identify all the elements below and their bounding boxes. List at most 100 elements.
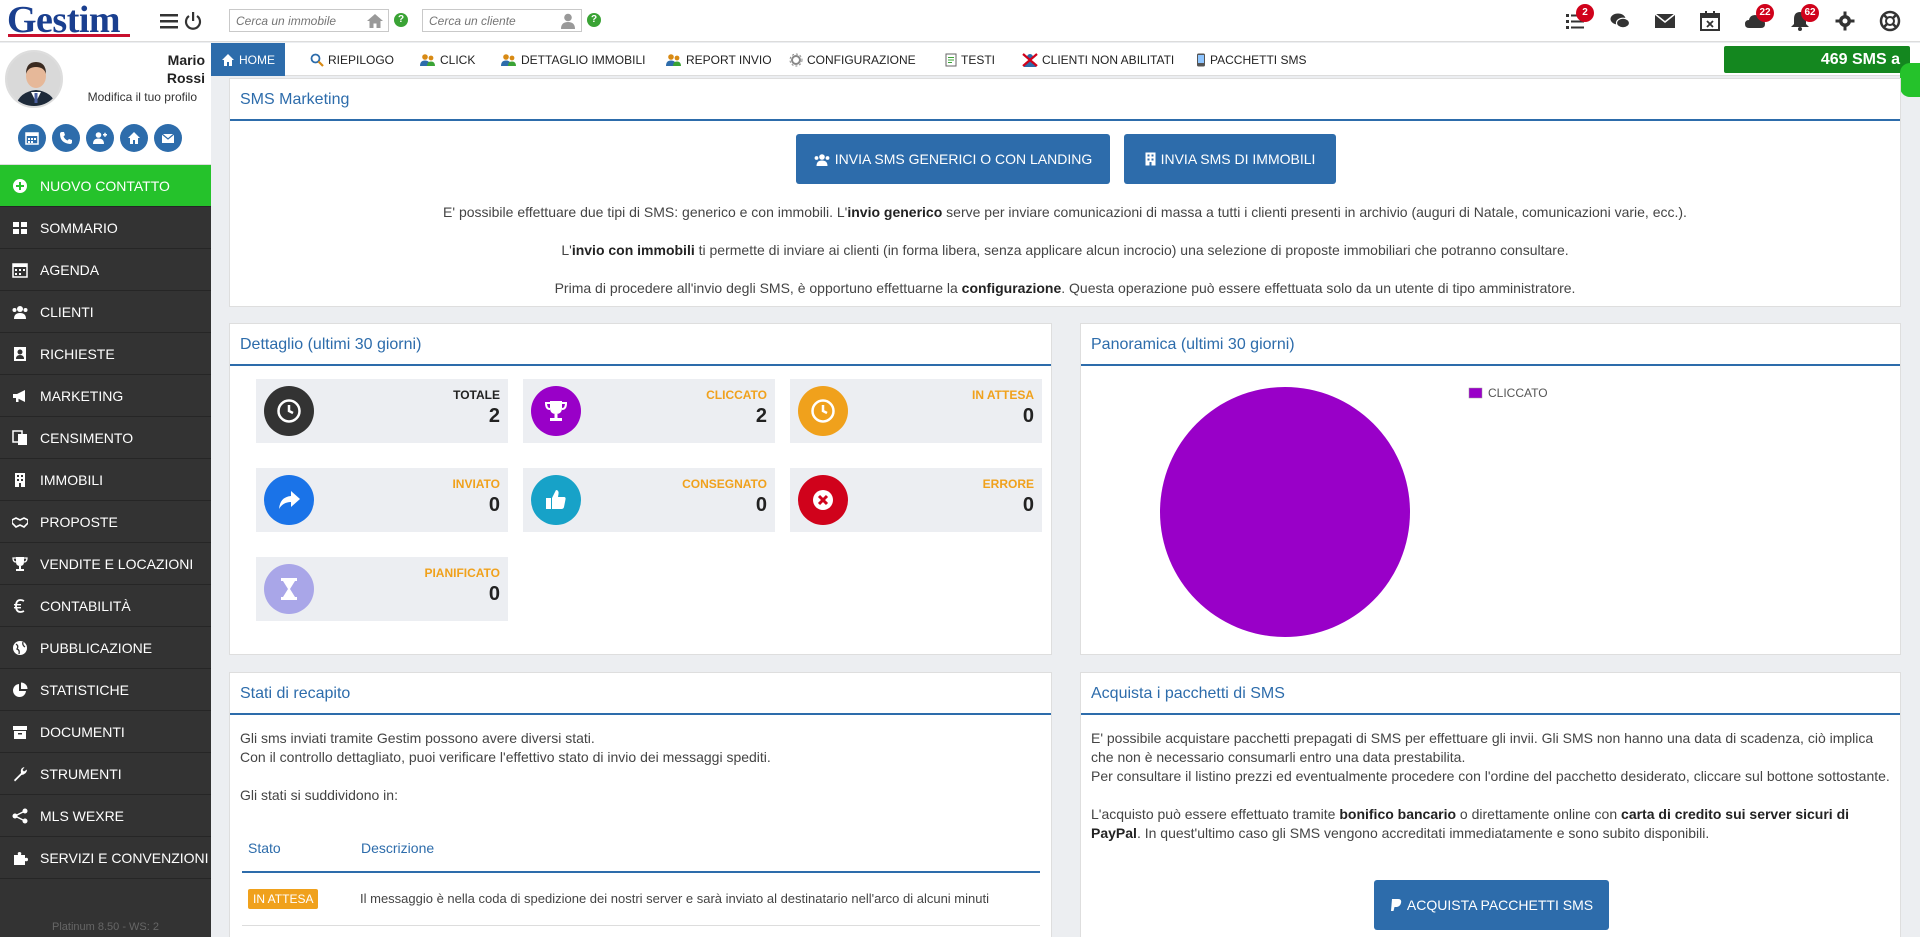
tab-home[interactable]: HOME [211,43,285,76]
sidebar-nav: NUOVO CONTATTO SOMMARIO AGENDA CLIENTI R… [0,165,211,879]
delivery-states-panel: Stati di recapito Gli sms inviati tramit… [229,672,1052,937]
mail-icon[interactable] [1654,10,1676,32]
copy-icon [12,429,28,446]
stat-label: PIANIFICATO [424,566,500,580]
col-header-state: Stato [242,825,355,873]
send-generic-sms-button[interactable]: INVIA SMS GENERICI O CON LANDING [796,134,1110,184]
stat-value: 0 [755,494,767,516]
search-client-input[interactable] [423,10,581,31]
intro-paragraph-3: Prima di procedere all'invio degli SMS, … [554,280,1576,296]
trophy-icon [531,386,581,436]
avatar[interactable] [5,50,63,108]
help-icon[interactable]: ? [394,13,408,27]
send-property-sms-button[interactable]: INVIA SMS DI IMMOBILI [1124,134,1336,184]
state-description: Il messaggio è nella coda di spedizione … [354,872,1040,926]
sidebar-item-contabilita[interactable]: CONTABILITÀ [0,585,211,627]
profile-first-name: Mario [167,52,205,68]
share-icon [12,808,28,824]
buy-sms-packages-button[interactable]: ACQUISTA PACCHETTI SMS [1374,880,1609,930]
tab-click[interactable]: CLICK [420,43,475,76]
sidebar-item-mls-wexre[interactable]: MLS WEXRE [0,795,211,837]
search-property-input[interactable] [230,10,388,31]
building-icon [12,472,28,488]
stat-card-cliccato: CLICCATO 2 [523,379,775,443]
sidebar-item-vendite-e-locazioni[interactable]: VENDITE E LOCAZIONI [0,543,211,585]
sidebar-item-servizi-e-convenzioni[interactable]: SERVIZI E CONVENZIONI [0,837,211,879]
grid-icon [12,220,28,236]
buy-paragraph-3: L'acquisto può essere effettuato tramite… [1091,806,1850,841]
quick-phone-button[interactable] [52,124,80,152]
overview-pie-chart: CLICCATO [1160,386,1548,637]
tab-clienti-non-abilitati[interactable]: CLIENTI NON ABILITATI [1022,43,1174,76]
stat-label: IN ATTESA [972,388,1034,402]
calendar-x-icon[interactable] [1699,10,1721,32]
gear-icon [789,53,803,67]
sidebar-item-agenda[interactable]: AGENDA [0,249,211,291]
task-list-icon[interactable]: 2 [1564,4,1594,32]
sidebar-item-marketing[interactable]: MARKETING [0,375,211,417]
quick-calendar-button[interactable] [18,124,46,152]
sidebar-item-label: CLIENTI [40,303,94,320]
tab-pacchetti-sms[interactable]: PACCHETTI SMS [1196,43,1306,76]
lifebuoy-icon[interactable] [1879,10,1901,32]
cloud-icon[interactable]: 22 [1744,4,1774,32]
version-info: Platinum 8.50 - WS: 2 [52,921,159,933]
share-arrow-icon [264,475,314,525]
tab-configurazione[interactable]: CONFIGURAZIONE [789,43,916,76]
clock-icon [798,386,848,436]
sidebar-item-label: STATISTICHE [40,681,129,698]
sidebar-item-censimento[interactable]: CENSIMENTO [0,417,211,459]
help-icon[interactable]: ? [587,13,601,27]
tab-label: DETTAGLIO IMMOBILI [521,52,646,67]
sidebar-item-documenti[interactable]: DOCUMENTI [0,711,211,753]
quick-home-button[interactable] [120,124,148,152]
power-icon[interactable] [182,10,204,32]
add-user-icon [93,132,107,144]
hamburger-menu-icon[interactable] [158,10,180,32]
gear-icon[interactable] [1834,10,1856,32]
buy-paragraph-1: E' possibile acquistare pacchetti prepag… [1091,730,1874,765]
paypal-icon [1390,898,1402,912]
pie-slice-cliccato[interactable] [1160,387,1410,637]
sidebar-item-sommario[interactable]: SOMMARIO [0,207,211,249]
sidebar-item-clienti[interactable]: CLIENTI [0,291,211,333]
chat-icon[interactable] [1609,10,1631,32]
search-client-box [422,9,582,32]
side-drawer-handle[interactable] [1900,63,1920,97]
stat-value: 0 [488,494,500,516]
tab-label: CLIENTI NON ABILITATI [1042,52,1175,67]
stat-value: 0 [488,583,500,605]
tab-riepilogo[interactable]: RIEPILOGO [310,43,394,76]
sidebar-item-label: RICHIESTE [40,345,115,362]
sidebar-item-pubblicazione[interactable]: PUBBLICAZIONE [0,627,211,669]
sidebar-item-label: AGENDA [40,261,100,278]
states-paragraph-3: Gli stati si suddividono in: [240,787,398,803]
profile-name[interactable]: Mario Rossi [65,51,205,87]
stat-card-totale: TOTALE 2 [256,379,508,443]
tab-testi[interactable]: TESTI [945,43,995,76]
tab-label: CLICK [440,52,476,67]
states-paragraph-2: Con il controllo dettagliato, puoi verif… [240,749,771,765]
sidebar-item-strumenti[interactable]: STRUMENTI [0,753,211,795]
panel-title: SMS Marketing [230,79,1900,121]
intro-paragraph-1: E' possibile effettuare due tipi di SMS:… [443,204,1687,220]
pie-icon [12,682,28,698]
request-icon [12,346,28,362]
tab-dettaglio-immobili[interactable]: DETTAGLIO IMMOBILI [501,43,645,76]
phone-icon [60,132,72,144]
sidebar-item-immobili[interactable]: IMMOBILI [0,459,211,501]
states-paragraph-1: Gli sms inviati tramite Gestim possono a… [240,730,595,746]
sidebar-item-proposte[interactable]: PROPOSTE [0,501,211,543]
user-icon [559,12,577,30]
buy-description: E' possibile acquistare pacchetti prepag… [1091,729,1891,843]
quick-mail-button[interactable] [154,124,182,152]
sidebar: Mario Rossi Modifica il tuo profilo NUOV… [0,43,211,937]
sidebar-item-nuovo-contatto[interactable]: NUOVO CONTATTO [0,165,211,207]
stat-value: 2 [488,405,500,427]
tab-report-invio[interactable]: REPORT INVIO [666,43,772,76]
sidebar-item-richieste[interactable]: RICHIESTE [0,333,211,375]
edit-profile-link[interactable]: Modifica il tuo profilo [88,90,197,104]
bell-icon[interactable]: 62 [1789,4,1819,32]
sidebar-item-statistiche[interactable]: STATISTICHE [0,669,211,711]
quick-add-user-button[interactable] [86,124,114,152]
